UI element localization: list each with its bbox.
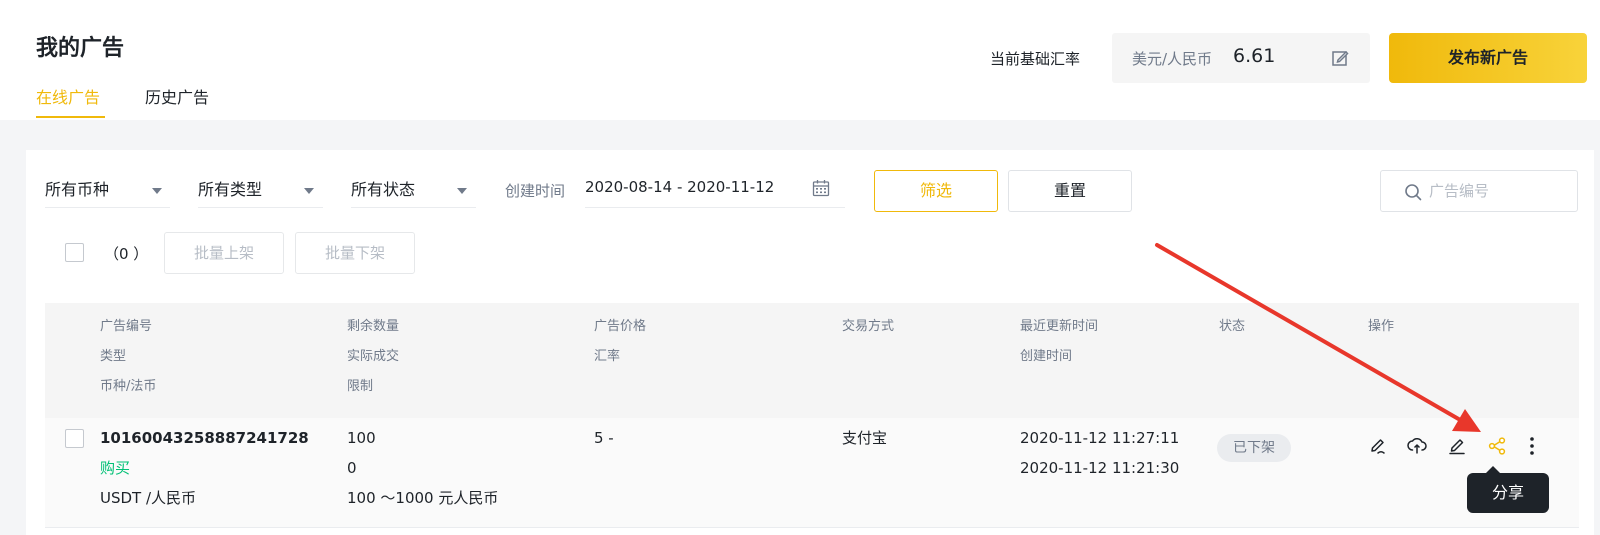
chevron-down-icon [457,188,467,194]
header-updated: 最近更新时间 [1020,319,1099,334]
tooltip-arrow [1486,466,1500,473]
filter-button[interactable]: 筛选 [874,170,998,212]
page-title: 我的广告 [36,36,125,61]
reset-button[interactable]: 重置 [1008,170,1132,212]
created-time-label: 创建时间 [505,182,566,200]
chevron-down-icon [304,188,314,194]
chevron-down-icon [152,188,162,194]
status-select-value: 所有状态 [351,180,416,199]
type-select-value: 所有类型 [198,180,263,199]
page-header: 我的广告 在线广告 历史广告 当前基础汇率 美元/人民币 6.61 发布新广告 [0,0,1600,120]
base-rate-label: 当前基础汇率 [990,50,1081,68]
selected-count: （0 ） [104,245,149,263]
row-ad-id: 10160043258887241728 [100,429,309,447]
calendar-icon [812,180,830,197]
batch-delist-button[interactable]: 批量下架 [295,232,415,274]
header-ad-id: 广告编号 [100,319,153,334]
rate-currency-pair: 美元/人民币 [1132,50,1213,68]
header-type: 类型 [100,349,127,364]
row-updated: 2020-11-12 11:27:11 [1020,429,1180,447]
header-price: 广告价格 [594,319,647,334]
search-icon [1405,184,1422,201]
table-row: 10160043258887241728 购买 USDT /人民币 100 0 … [45,418,1579,528]
coin-select-value: 所有币种 [45,180,110,199]
header-payment: 交易方式 [842,319,895,334]
date-range-picker[interactable]: 2020-08-14 - 2020-11-12 [585,176,845,208]
edit-price-icon[interactable] [1368,436,1388,456]
date-range-value: 2020-08-14 - 2020-11-12 [585,178,775,196]
tab-online-ads[interactable]: 在线广告 [36,84,100,108]
row-remaining: 100 [347,429,376,447]
row-payment: 支付宝 [842,429,888,447]
ad-id-search[interactable] [1380,170,1578,212]
table-header: 广告编号 类型 币种/法币 剩余数量 实际成交 限制 广告价格 汇率 交易方式 … [45,303,1579,418]
header-currency: 币种/法币 [100,379,157,394]
type-select[interactable]: 所有类型 [198,176,323,208]
header-remaining: 剩余数量 [347,319,400,334]
row-limit: 100 ～1000 元人民币 [347,489,499,507]
row-currency: USDT /人民币 [100,489,197,507]
more-vertical-icon[interactable] [1528,436,1536,456]
pencil-icon[interactable] [1447,436,1467,456]
row-type: 购买 [100,459,131,477]
status-badge: 已下架 [1217,434,1291,462]
row-price: 5 - [594,429,614,447]
tab-history-ads[interactable]: 历史广告 [145,84,209,108]
header-rate: 汇率 [594,349,621,364]
header-status: 状态 [1219,319,1246,334]
search-input[interactable] [1429,180,1569,202]
status-select[interactable]: 所有状态 [351,176,476,208]
header-actual: 实际成交 [347,349,400,364]
edit-square-icon[interactable] [1330,48,1350,68]
header-created: 创建时间 [1020,349,1073,364]
upload-icon[interactable] [1407,436,1427,456]
coin-select[interactable]: 所有币种 [45,176,170,208]
share-icon[interactable] [1487,436,1507,456]
base-rate-box: 美元/人民币 6.61 [1112,33,1370,83]
row-checkbox[interactable] [65,429,84,448]
batch-list-button[interactable]: 批量上架 [164,232,284,274]
select-all-checkbox[interactable] [65,243,84,262]
row-actual: 0 [347,459,357,477]
share-tooltip: 分享 [1467,473,1549,513]
active-tab-indicator [36,116,105,118]
publish-new-ad-button[interactable]: 发布新广告 [1389,33,1587,83]
rate-value: 6.61 [1233,45,1276,67]
header-actions: 操作 [1368,319,1395,334]
row-created: 2020-11-12 11:21:30 [1020,459,1180,477]
header-limit: 限制 [347,379,374,394]
